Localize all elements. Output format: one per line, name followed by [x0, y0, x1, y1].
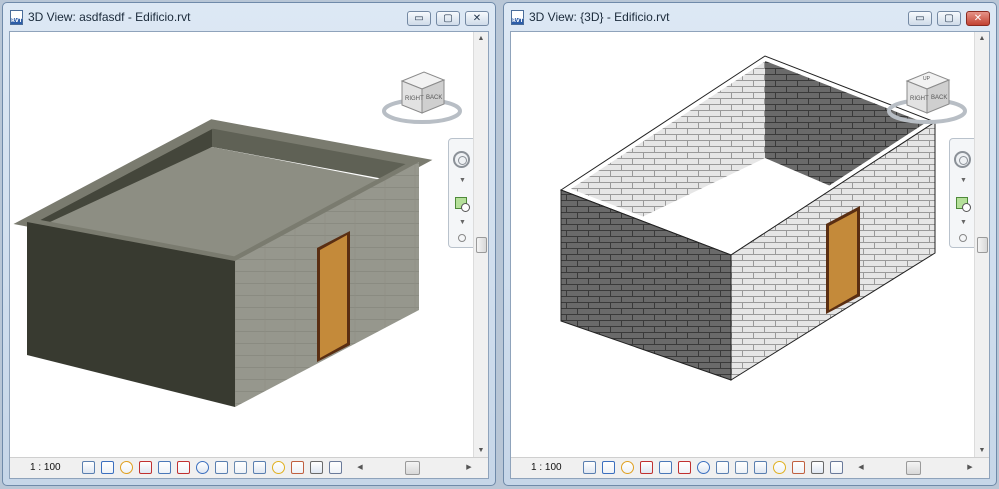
view-window-right[interactable]: RVT 3D View: {3D} - Edificio.rvt ▭ ▢ ✕ R… [503, 2, 997, 486]
horizontal-scrollbar[interactable]: ◀ ▶ [856, 461, 975, 475]
viewcube[interactable]: RIGHT BACK [380, 67, 464, 127]
viewcube-right-label: RIGHT [405, 96, 424, 102]
scroll-down-icon[interactable]: ▼ [975, 444, 989, 458]
minimize-button[interactable]: ▭ [407, 11, 431, 26]
scroll-down-icon[interactable]: ▼ [474, 444, 488, 458]
detail-level-icon[interactable] [101, 461, 114, 474]
minimize-button[interactable]: ▭ [908, 11, 932, 26]
crop-view-icon[interactable] [177, 461, 190, 474]
steering-wheel-icon[interactable] [954, 151, 971, 168]
temporary-hide-icon[interactable] [234, 461, 247, 474]
render-icon[interactable] [291, 461, 304, 474]
minimize-icon: ▭ [414, 13, 424, 24]
navbar-options-icon[interactable] [458, 234, 466, 242]
shadows-icon[interactable] [659, 461, 672, 474]
vertical-scrollbar[interactable]: ▲ ▼ [974, 32, 989, 458]
maximize-button[interactable]: ▢ [937, 11, 961, 26]
scale-icon[interactable] [82, 461, 95, 474]
maximize-button[interactable]: ▢ [436, 11, 460, 26]
shadows-icon[interactable] [158, 461, 171, 474]
navigation-bar[interactable]: ▼ ▼ [949, 138, 975, 248]
view-scale[interactable]: 1 : 100 [30, 462, 61, 473]
view-control-bar: 1 : 100 ◀ ▶ [511, 457, 989, 478]
door[interactable] [320, 235, 347, 358]
revit-file-icon-label: RVT [11, 18, 23, 24]
scroll-right-icon[interactable]: ▶ [965, 461, 975, 474]
3d-viewport[interactable]: RIGHT BACK UP ▼ ▼ [511, 32, 975, 458]
chevron-down-icon[interactable]: ▼ [449, 177, 474, 184]
revit-file-icon: RVT [10, 10, 23, 25]
close-button[interactable]: ✕ [966, 11, 990, 26]
navbar-options-icon[interactable] [959, 234, 967, 242]
viewcube-back-label: BACK [931, 95, 947, 101]
horizontal-scroll-thumb[interactable] [906, 461, 921, 475]
zoom-icon[interactable] [455, 197, 470, 212]
scroll-left-icon[interactable]: ◀ [355, 461, 365, 474]
steering-wheel-icon[interactable] [453, 151, 470, 168]
minimize-icon: ▭ [915, 13, 925, 24]
worksharing-icon[interactable] [811, 461, 824, 474]
maximize-icon: ▢ [944, 13, 954, 24]
viewcube-back-label: BACK [426, 95, 442, 101]
close-icon: ✕ [472, 13, 482, 24]
vertical-scroll-thumb[interactable] [977, 237, 988, 253]
chevron-down-icon[interactable]: ▼ [449, 219, 474, 226]
unlock-3d-view-icon[interactable] [716, 461, 729, 474]
vertical-scroll-thumb[interactable] [476, 237, 487, 253]
viewcube[interactable]: RIGHT BACK UP [885, 67, 969, 127]
window-title: 3D View: asdfasdf - Edificio.rvt [28, 10, 191, 24]
navigation-bar[interactable]: ▼ ▼ [448, 138, 474, 248]
worksharing-icon[interactable] [310, 461, 323, 474]
horizontal-scrollbar[interactable]: ◀ ▶ [355, 461, 474, 475]
close-icon: ✕ [973, 13, 983, 24]
viewcube-top-label: UP [923, 76, 931, 82]
reveal-hidden-icon[interactable] [253, 461, 266, 474]
hide-analytical-icon[interactable] [329, 461, 342, 474]
visual-style-icon[interactable] [621, 461, 634, 474]
title-bar[interactable]: RVT 3D View: asdfasdf - Edificio.rvt ▭ ▢… [3, 3, 495, 31]
view-window-left[interactable]: RVT 3D View: asdfasdf - Edificio.rvt ▭ ▢… [2, 2, 496, 486]
maximize-icon: ▢ [443, 13, 453, 24]
temporary-hide-icon[interactable] [735, 461, 748, 474]
visual-style-icon[interactable] [120, 461, 133, 474]
chevron-down-icon[interactable]: ▼ [950, 219, 975, 226]
view-scale[interactable]: 1 : 100 [531, 462, 562, 473]
sun-path-icon[interactable] [139, 461, 152, 474]
sun-path-icon[interactable] [640, 461, 653, 474]
chevron-down-icon[interactable]: ▼ [950, 177, 975, 184]
unlock-3d-view-icon[interactable] [215, 461, 228, 474]
render-icon[interactable] [792, 461, 805, 474]
analysis-display-icon[interactable] [272, 461, 285, 474]
title-bar[interactable]: RVT 3D View: {3D} - Edificio.rvt ▭ ▢ ✕ [504, 3, 996, 31]
vertical-scrollbar[interactable]: ▲ ▼ [473, 32, 488, 458]
window-title: 3D View: {3D} - Edificio.rvt [529, 10, 670, 24]
scroll-up-icon[interactable]: ▲ [975, 32, 989, 46]
scroll-up-icon[interactable]: ▲ [474, 32, 488, 46]
revit-file-icon-label: RVT [512, 18, 524, 24]
show-crop-icon[interactable] [196, 461, 209, 474]
close-button[interactable]: ✕ [465, 11, 489, 26]
door[interactable] [829, 211, 857, 310]
detail-level-icon[interactable] [602, 461, 615, 474]
3d-viewport[interactable]: RIGHT BACK ▼ ▼ [10, 32, 474, 458]
revit-file-icon: RVT [511, 10, 524, 25]
horizontal-scroll-thumb[interactable] [405, 461, 420, 475]
view-client-area: RIGHT BACK UP ▼ ▼ ▲ ▼ 1 : 100 ◀ ▶ [510, 31, 990, 479]
scale-icon[interactable] [583, 461, 596, 474]
scroll-right-icon[interactable]: ▶ [464, 461, 474, 474]
reveal-hidden-icon[interactable] [754, 461, 767, 474]
crop-view-icon[interactable] [678, 461, 691, 474]
viewcube-right-label: RIGHT [910, 96, 929, 102]
view-control-bar: 1 : 100 ◀ ▶ [10, 457, 488, 478]
scroll-left-icon[interactable]: ◀ [856, 461, 866, 474]
zoom-icon[interactable] [956, 197, 971, 212]
show-crop-icon[interactable] [697, 461, 710, 474]
analysis-display-icon[interactable] [773, 461, 786, 474]
view-client-area: RIGHT BACK ▼ ▼ ▲ ▼ 1 : 100 ◀ ▶ [9, 31, 489, 479]
hide-analytical-icon[interactable] [830, 461, 843, 474]
